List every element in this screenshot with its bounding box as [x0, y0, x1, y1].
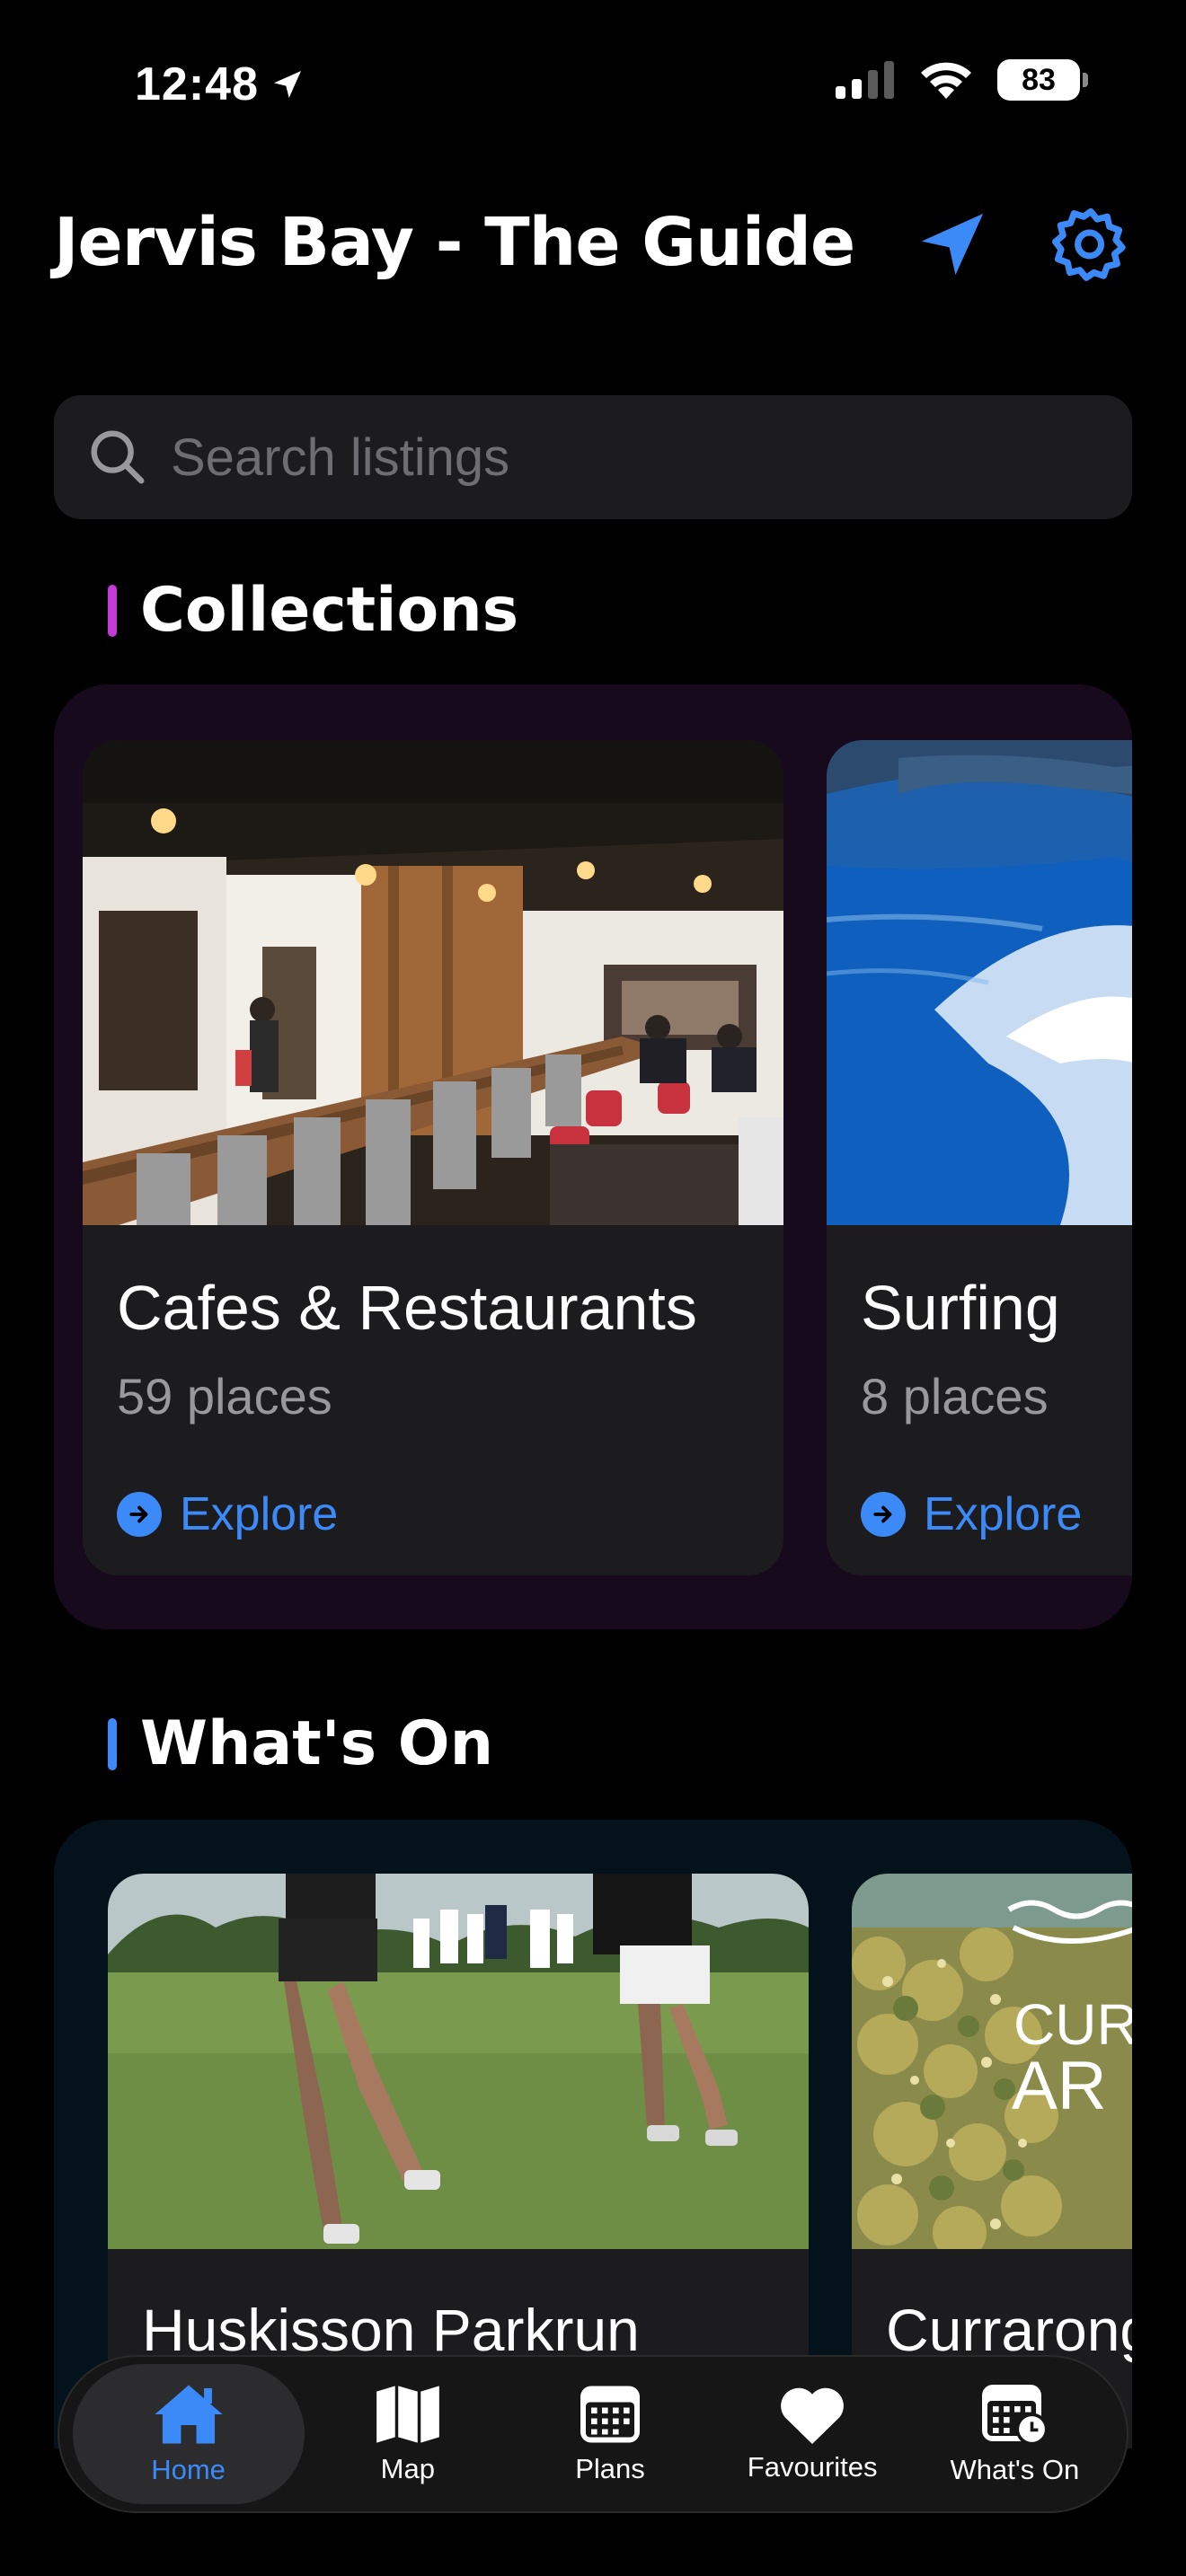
- app-header: Jervis Bay - The Guide: [54, 198, 1132, 287]
- tab-whats-on[interactable]: What's On: [916, 2364, 1113, 2504]
- wifi-icon: [921, 62, 971, 99]
- collections-heading-text: Collections: [140, 575, 519, 646]
- calendar-icon: [580, 2386, 640, 2443]
- calendar-clock-icon: [982, 2385, 1049, 2446]
- collection-card-cafes[interactable]: Cafes & Restaurants 59 places Explore: [83, 740, 783, 1575]
- status-time-text: 12:48: [135, 58, 259, 110]
- tab-label: Plans: [575, 2453, 645, 2484]
- heart-icon: [781, 2387, 845, 2444]
- house-icon: [155, 2385, 223, 2444]
- tab-label: Map: [380, 2453, 435, 2484]
- card-subtitle: 59 places: [117, 1368, 332, 1425]
- battery-level: 83: [1022, 62, 1056, 97]
- currarong-image: CUR AR: [852, 1874, 1132, 2249]
- gear-icon: [1052, 207, 1126, 281]
- whats-on-carousel[interactable]: Huskisson Parkrun CUR AR Currarong: [54, 1820, 1132, 2448]
- whats-on-heading-text: What's On: [140, 1708, 493, 1779]
- tab-bar: Home Map Plans Favourites What's On: [58, 2355, 1128, 2513]
- tab-map[interactable]: Map: [309, 2364, 507, 2504]
- whats-on-accent-bar: [108, 1717, 117, 1770]
- image-text-ar: AR: [1012, 2048, 1107, 2124]
- event-title: Huskisson Parkrun: [142, 2297, 640, 2363]
- tab-label: Favourites: [747, 2451, 878, 2483]
- header-actions: [911, 203, 1132, 286]
- explore-label: Explore: [924, 1488, 1083, 1540]
- collections-heading: Collections: [108, 575, 518, 646]
- surfing-image: [827, 740, 1132, 1225]
- location-arrow-icon: [274, 71, 301, 98]
- settings-button[interactable]: [1049, 203, 1132, 286]
- status-bar: 12:48 83: [0, 0, 1186, 171]
- card-title: Surfing: [861, 1273, 1060, 1343]
- arrow-right-circle-icon: [117, 1492, 162, 1537]
- signal-icon: [836, 61, 894, 99]
- cafe-image: [83, 740, 783, 1225]
- search-input[interactable]: [171, 427, 1069, 488]
- collections-carousel[interactable]: Cafes & Restaurants 59 places Explore Su…: [54, 684, 1132, 1629]
- status-indicators: 83: [836, 59, 1088, 101]
- navigation-arrow-icon: [921, 213, 984, 276]
- map-icon: [376, 2386, 439, 2443]
- status-time: 12:48: [135, 57, 305, 111]
- explore-link[interactable]: Explore: [861, 1487, 1082, 1541]
- search-bar[interactable]: [54, 395, 1132, 519]
- explore-link[interactable]: Explore: [117, 1487, 338, 1541]
- tab-label: Home: [151, 2454, 226, 2485]
- whats-on-heading: What's On: [108, 1708, 493, 1779]
- explore-label: Explore: [180, 1488, 339, 1540]
- tab-favourites[interactable]: Favourites: [713, 2364, 911, 2504]
- collection-card-surfing[interactable]: Surfing 8 places Explore: [827, 740, 1132, 1575]
- card-subtitle: 8 places: [861, 1368, 1049, 1425]
- card-title: Cafes & Restaurants: [117, 1273, 697, 1343]
- tab-home[interactable]: Home: [72, 2364, 305, 2504]
- tab-label: What's On: [950, 2454, 1080, 2485]
- page-title: Jervis Bay - The Guide: [54, 204, 855, 281]
- search-icon: [91, 430, 145, 484]
- event-title: Currarong: [886, 2297, 1132, 2363]
- battery-indicator: 83: [997, 59, 1088, 101]
- location-button[interactable]: [911, 203, 994, 286]
- collections-accent-bar: [108, 584, 117, 637]
- tab-plans[interactable]: Plans: [511, 2364, 709, 2504]
- parkrun-image: [108, 1874, 809, 2249]
- arrow-right-circle-icon: [861, 1492, 906, 1537]
- screen: 12:48 83 Jervis Bay - The Guide Search l…: [0, 0, 1186, 2576]
